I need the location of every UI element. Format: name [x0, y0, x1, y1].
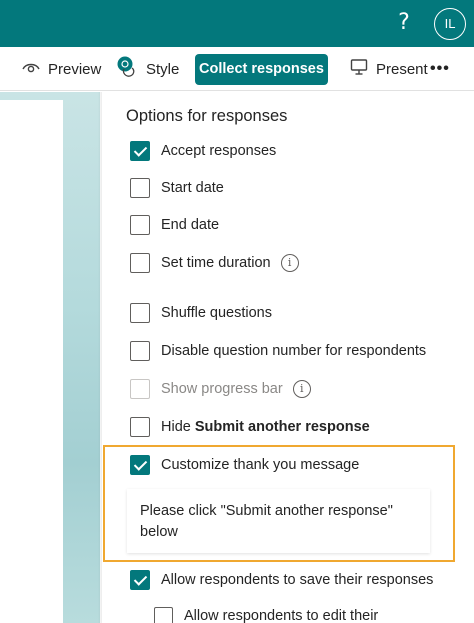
option-allow-save-responses[interactable]: Allow respondents to save their response… — [130, 569, 433, 591]
option-label: Start date — [161, 180, 224, 196]
avatar[interactable]: IL — [434, 8, 466, 40]
option-label: Allow respondents to edit their — [184, 608, 379, 623]
option-customize-thank-you[interactable]: Customize thank you message — [130, 454, 359, 476]
option-shuffle-questions[interactable]: Shuffle questions — [130, 302, 272, 324]
preview-label: Preview — [48, 60, 102, 78]
option-allow-edit-responses[interactable]: Allow respondents to edit their — [154, 605, 378, 623]
thank-you-message-field[interactable]: Please click "Submit another response" b… — [127, 489, 430, 553]
checkbox-customize-thank-you[interactable] — [130, 455, 150, 475]
checkbox-allow-save-responses[interactable] — [130, 570, 150, 590]
checkbox-hide-submit-another[interactable] — [130, 417, 150, 437]
option-start-date[interactable]: Start date — [130, 177, 224, 199]
info-icon[interactable]: i — [280, 254, 299, 272]
option-label: Set time duration — [161, 255, 271, 271]
checkbox-allow-edit-responses[interactable] — [154, 606, 173, 623]
option-label: Hide Submit another response — [161, 419, 370, 435]
option-accept-responses[interactable]: Accept responses — [130, 140, 276, 162]
style-button[interactable]: Style — [116, 47, 179, 91]
option-label-bold: Submit another response — [194, 419, 370, 435]
checkbox-end-date[interactable] — [130, 215, 150, 235]
option-end-date[interactable]: End date — [130, 214, 219, 236]
checkbox-set-time-duration[interactable] — [130, 253, 150, 273]
option-show-progress-bar: Show progress bar i — [130, 378, 311, 400]
option-label: End date — [161, 217, 220, 233]
checkbox-accept-responses[interactable] — [130, 141, 150, 161]
option-label: Disable question number for respondents — [161, 343, 427, 359]
option-label: Accept responses — [161, 143, 277, 159]
preview-button[interactable]: Preview — [22, 47, 101, 91]
option-set-time-duration[interactable]: Set time duration i — [130, 252, 299, 274]
option-label: Shuffle questions — [161, 305, 272, 321]
form-card — [0, 100, 63, 623]
collect-responses-button[interactable]: Collect responses — [195, 54, 328, 85]
palette-icon — [116, 55, 138, 83]
present-label: Present — [376, 60, 428, 78]
more-options-icon[interactable]: ••• — [430, 47, 450, 91]
option-hide-submit-another[interactable]: Hide Submit another response — [130, 416, 370, 438]
checkbox-start-date[interactable] — [130, 178, 150, 198]
option-label: Customize thank you message — [161, 457, 360, 473]
option-disable-question-number[interactable]: Disable question number for respondents — [130, 340, 426, 362]
panel-title: Options for responses — [126, 107, 288, 125]
checkbox-disable-question-number[interactable] — [130, 341, 150, 361]
info-icon[interactable]: i — [292, 380, 311, 398]
help-icon[interactable]: ? — [394, 9, 414, 37]
app-header: ? IL — [0, 0, 474, 47]
style-label: Style — [146, 60, 180, 78]
present-button[interactable]: Present — [350, 47, 428, 91]
option-label: Show progress bar — [161, 381, 283, 397]
option-label-prefix: Hide — [161, 419, 195, 435]
eye-icon — [22, 60, 40, 78]
presentation-icon — [350, 58, 368, 80]
checkbox-show-progress-bar — [130, 379, 150, 399]
checkbox-shuffle-questions[interactable] — [130, 303, 150, 323]
option-label: Allow respondents to save their response… — [161, 572, 434, 588]
